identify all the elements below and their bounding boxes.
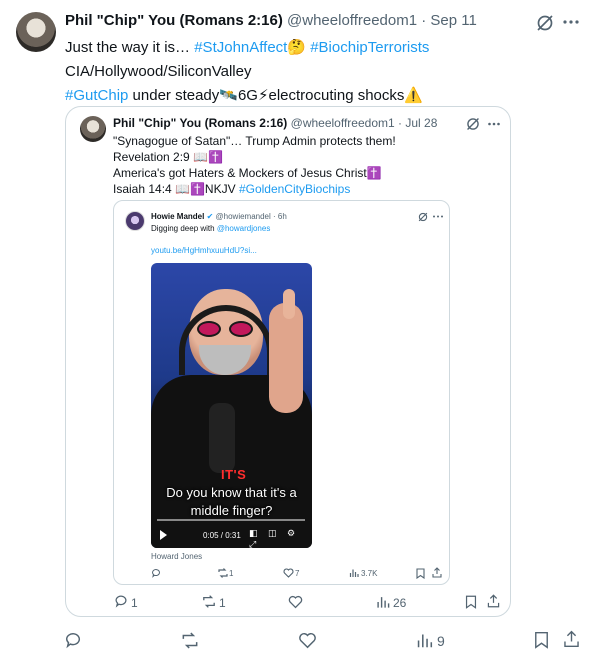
author-name[interactable]: Phil "Chip" You (Romans 2:16)	[65, 12, 283, 29]
video-credit: Howard Jones	[151, 552, 203, 561]
quoted-hashtag-link[interactable]: #GoldenCityBiochips	[239, 182, 350, 196]
caption-highlight: IT'S	[221, 467, 247, 482]
embedded-bookmark-icon	[416, 568, 425, 579]
post-text-segment: 🤔	[287, 39, 311, 56]
quoted-text-line: "Synagogue of Satan"… Trump Admin protec…	[113, 134, 396, 148]
caption-line: Do you know that it's a	[166, 485, 297, 500]
bookmark-button[interactable]	[534, 631, 549, 649]
video-progress-bar	[157, 519, 305, 521]
quoted-text-line: America's got Haters & Mockers of Jesus …	[113, 166, 382, 180]
author-avatar[interactable]	[16, 12, 56, 52]
quoted-views-button[interactable]	[376, 595, 390, 609]
quoted-bookmark-button[interactable]	[465, 595, 477, 609]
caption-line: middle finger?	[190, 503, 273, 518]
post-text-segment: Just the way it is…	[65, 39, 195, 56]
embedded-grok-icon	[418, 212, 428, 222]
verified-badge-icon: ✔	[206, 212, 214, 221]
embedded-repost-count: 1	[229, 569, 234, 578]
embedded-view-count: 3.7K	[361, 569, 378, 578]
embedded-post-text: Digging deep with	[151, 224, 217, 233]
embedded-author-handle: @howiemandel · 6h	[215, 212, 287, 221]
microphone	[209, 403, 235, 473]
repost-button[interactable]	[180, 632, 200, 649]
quoted-grok-icon[interactable]	[466, 117, 480, 131]
embedded-like-count: 7	[295, 569, 300, 578]
person-arm	[269, 303, 303, 413]
post-text-line: Just the way it is… #StJohnAffect🤔 #Bioc…	[65, 36, 585, 60]
quoted-post-text: "Synagogue of Satan"… Trump Admin protec…	[113, 133, 396, 197]
quoted-author-avatar[interactable]	[80, 116, 106, 142]
embedded-author-avatar	[125, 211, 145, 231]
quoted-share-button[interactable]	[487, 594, 500, 608]
video-control-icons: ◧ ◫ ⚙ ⤢	[249, 528, 300, 548]
embedded-share-icon	[432, 567, 442, 578]
embedded-mention: @howardjones	[216, 224, 271, 233]
more-options-icon[interactable]	[563, 19, 579, 25]
share-button[interactable]	[563, 630, 580, 648]
video-controls: 0:05 / 0:31 ◧ ◫ ⚙ ⤢	[151, 525, 312, 548]
play-icon	[160, 530, 167, 540]
like-button[interactable]	[298, 632, 317, 649]
embedded-link: youtu.be/HgHmhxuuHdU?si...	[151, 246, 257, 255]
embedded-author-name: Howie Mandel	[151, 212, 205, 221]
hashtag-link[interactable]: #GutChip	[65, 87, 128, 104]
view-count: 9	[437, 633, 445, 649]
hashtag-link[interactable]: #StJohnAffect	[194, 39, 287, 56]
quoted-text-line: Isaiah 14:4 📖✝️NKJV	[113, 182, 239, 196]
embedded-repost-icon	[217, 568, 229, 578]
pink-glasses	[197, 321, 255, 337]
quoted-text-line: Revelation 2:9 📖✝️	[113, 150, 223, 164]
post-text-segment: under steady🛰️6G⚡electrocuting shocks⚠️	[128, 87, 424, 104]
video-thumbnail: IT'S Do you know that it's a middle fing…	[151, 263, 312, 548]
quoted-reply-count: 1	[131, 596, 138, 610]
raised-finger	[283, 289, 295, 319]
embedded-more-icon	[433, 215, 443, 218]
quoted-author-name[interactable]: Phil "Chip" You (Romans 2:16)	[113, 116, 287, 130]
embedded-reply-icon	[151, 568, 161, 578]
quoted-more-options-icon[interactable]	[488, 122, 500, 126]
video-time: 0:05 / 0:31	[203, 531, 241, 540]
embedded-views-icon	[349, 568, 359, 578]
post-text-line: #GutChip under steady🛰️6G⚡electrocuting …	[65, 84, 585, 108]
hashtag-link[interactable]: #BiochipTerrorists	[310, 39, 429, 56]
post-text-segment: CIA/Hollywood/SiliconValley	[65, 63, 252, 80]
quoted-repost-button[interactable]	[201, 595, 217, 608]
author-handle[interactable]: @wheeloffreedom1	[287, 12, 417, 29]
quoted-like-button[interactable]	[288, 595, 303, 609]
grok-icon[interactable]	[536, 14, 554, 32]
quoted-repost-count: 1	[219, 596, 226, 610]
quoted-reply-button[interactable]	[114, 594, 128, 608]
post-date[interactable]: · Sep 11	[421, 12, 477, 29]
post-text: Just the way it is… #StJohnAffect🤔 #Bioc…	[65, 36, 585, 108]
embedded-like-icon	[283, 568, 294, 578]
quoted-post-date[interactable]: · Jul 28	[398, 116, 437, 130]
post-text-line: CIA/Hollywood/SiliconValley	[65, 60, 585, 84]
views-button[interactable]	[416, 632, 433, 649]
quoted-author-handle[interactable]: @wheeloffreedom1	[291, 116, 395, 130]
reply-button[interactable]	[64, 631, 82, 649]
quoted-view-count: 26	[393, 596, 407, 610]
